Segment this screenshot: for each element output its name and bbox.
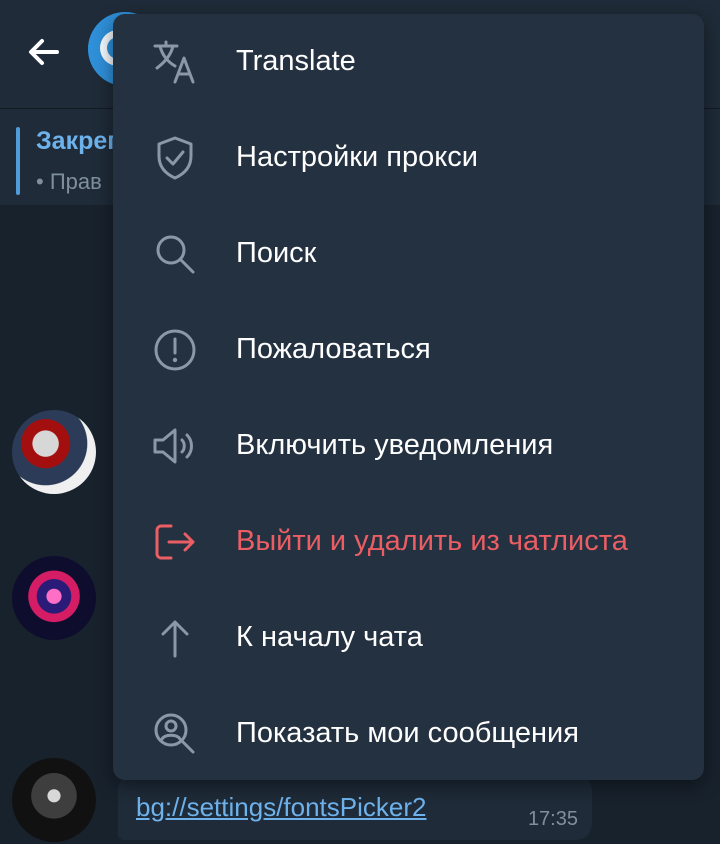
user-search-icon (151, 710, 199, 758)
pinned-title: Закреп (36, 127, 123, 155)
speaker-icon (151, 422, 199, 470)
menu-item-report[interactable]: Пожаловаться (113, 302, 704, 398)
back-arrow-icon[interactable] (24, 32, 64, 72)
menu-item-leave-and-remove[interactable]: Выйти и удалить из чатлиста (113, 494, 704, 590)
avatar[interactable] (12, 410, 96, 494)
chat-options-menu: Translate Настройки прокси Поиск Пожалов… (113, 14, 704, 780)
menu-item-label: Выйти и удалить из чатлиста (236, 525, 628, 557)
pinned-text: • Прав (36, 169, 102, 194)
menu-item-enable-notifications[interactable]: Включить уведомления (113, 398, 704, 494)
avatar[interactable] (12, 758, 96, 842)
menu-item-label: Translate (236, 45, 356, 77)
menu-item-label: К началу чата (236, 621, 423, 653)
menu-item-label: Включить уведомления (236, 429, 554, 461)
menu-item-label: Настройки прокси (236, 141, 478, 173)
menu-item-label: Показать мои сообщения (236, 717, 579, 749)
menu-item-proxy-settings[interactable]: Настройки прокси (113, 110, 704, 206)
shield-icon (151, 134, 199, 182)
message-bubble[interactable]: bg://settings/fontsPicker2 17:35 (118, 774, 592, 840)
menu-item-translate[interactable]: Translate (113, 14, 704, 110)
report-icon (151, 326, 199, 374)
menu-item-label: Пожаловаться (236, 333, 431, 365)
search-icon (151, 230, 199, 278)
arrow-up-icon (151, 614, 199, 662)
avatar[interactable] (12, 556, 96, 640)
menu-item-label: Поиск (236, 237, 317, 269)
message-time: 17:35 (527, 808, 578, 830)
leave-icon (151, 518, 199, 566)
message-link[interactable]: bg://settings/fontsPicker2 (136, 792, 426, 823)
pinned-indicator (16, 127, 20, 195)
menu-item-scroll-to-top[interactable]: К началу чата (113, 590, 704, 686)
menu-item-search[interactable]: Поиск (113, 206, 704, 302)
translate-icon (151, 38, 199, 86)
menu-item-show-my-messages[interactable]: Показать мои сообщения (113, 686, 704, 782)
